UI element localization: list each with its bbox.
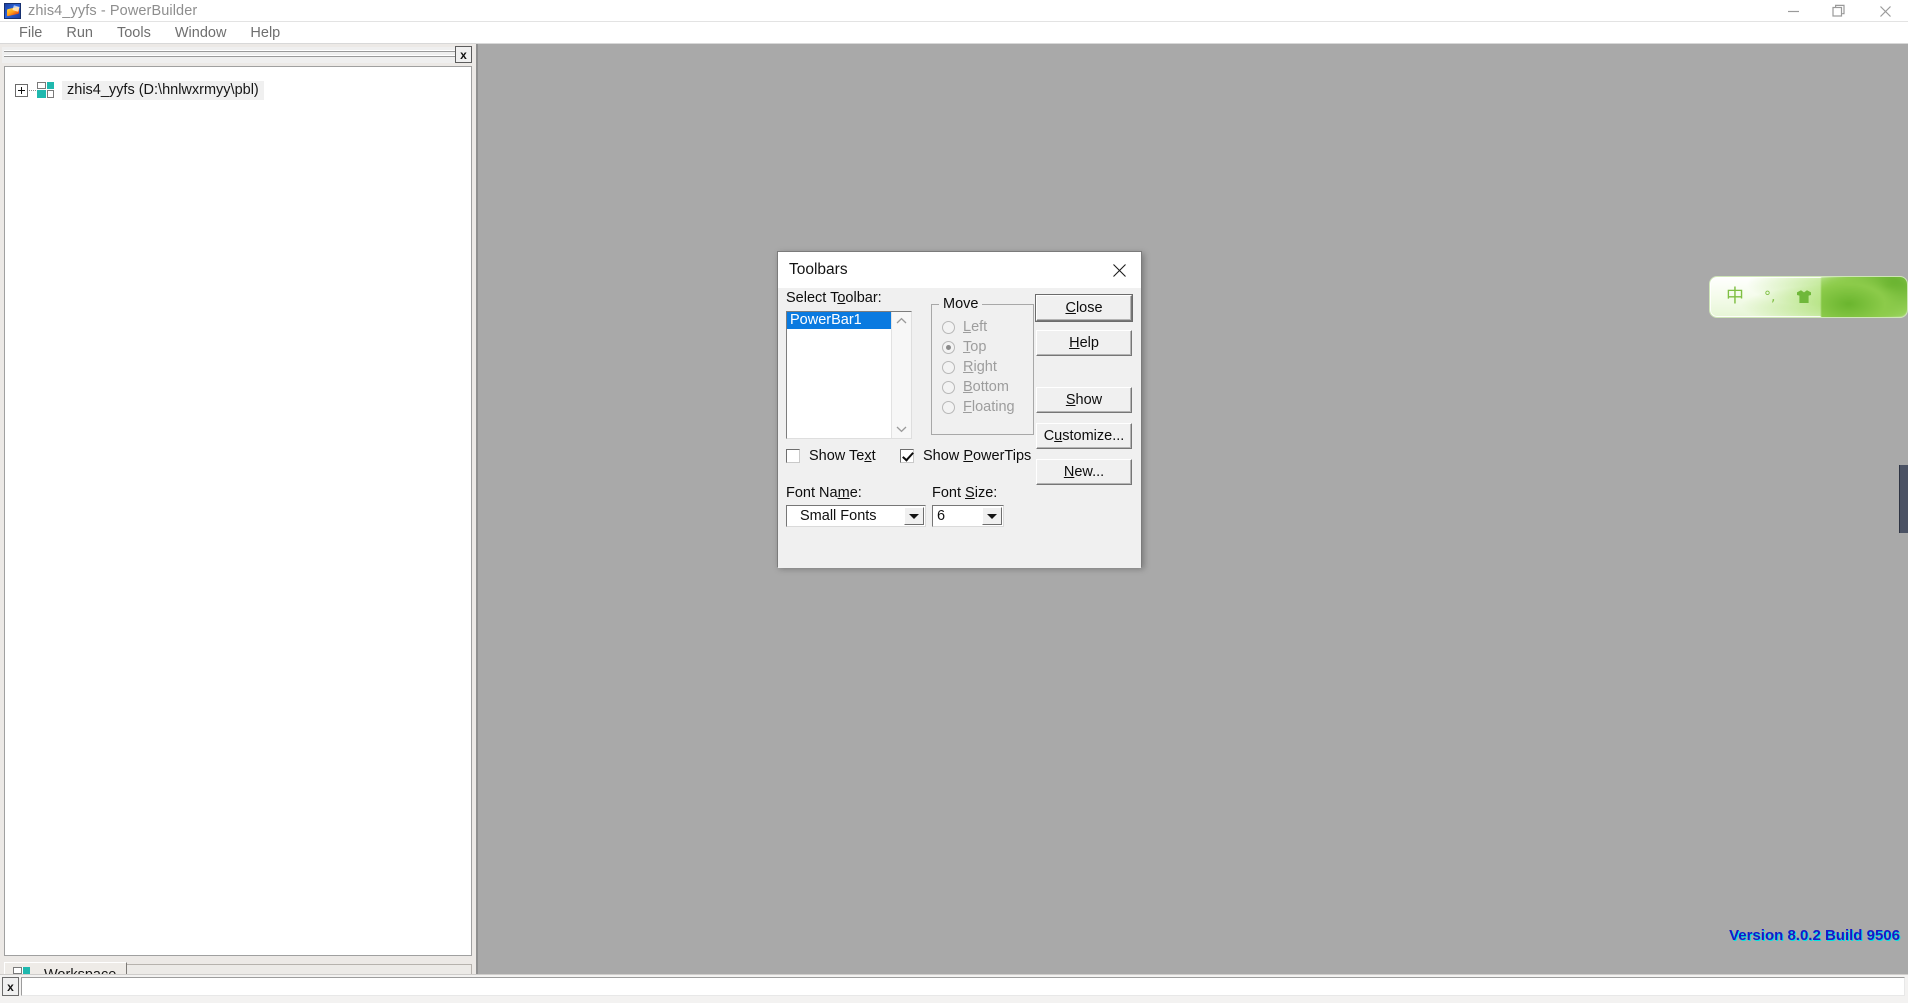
checkbox-indicator[interactable] (786, 449, 800, 463)
menu-window[interactable]: Window (163, 22, 239, 44)
close-button[interactable] (1862, 0, 1908, 22)
font-name-combo[interactable]: Small Fonts (786, 505, 926, 527)
show-button[interactable]: Show (1036, 387, 1132, 413)
ime-language-bar[interactable]: 中 °, (1709, 276, 1908, 318)
grip-lines-icon (4, 50, 455, 60)
workspace-panel: x zhis4_yyfs (D:\hnlwxrmyy\pbl) Workspac… (0, 44, 478, 988)
menubar: File Run Tools Window Help (0, 22, 1908, 44)
menu-help[interactable]: Help (238, 22, 292, 44)
window-controls (1770, 0, 1908, 22)
output-close-button[interactable]: x (2, 977, 19, 996)
panel-drag-handle[interactable] (2, 47, 457, 63)
chevron-down-icon[interactable] (896, 423, 907, 435)
checkbox-show-text[interactable]: Show Text (786, 448, 876, 464)
font-name-label: Font Name: (786, 485, 862, 501)
help-button[interactable]: Help (1036, 330, 1132, 356)
chevron-down-icon[interactable] (982, 507, 1002, 525)
close-button[interactable]: Close (1035, 294, 1133, 322)
radio-indicator[interactable] (942, 340, 955, 354)
radio-move-left-label: Left (963, 319, 988, 335)
ime-punctuation-button[interactable]: °, (1764, 290, 1775, 304)
chevron-up-icon[interactable] (896, 315, 907, 327)
menu-tools[interactable]: Tools (105, 22, 163, 44)
radio-move-right-label: Right (963, 359, 997, 375)
menu-file[interactable]: File (7, 22, 54, 44)
checkbox-show-powertips-label: Show PowerTips (923, 448, 1032, 464)
shirt-icon[interactable] (1795, 289, 1813, 305)
font-size-label: Font Size: (932, 485, 998, 501)
tree-connector (29, 89, 36, 91)
right-edge-scrollbar[interactable] (1899, 465, 1908, 533)
radio-indicator[interactable] (942, 320, 955, 334)
listbox-scrollbar[interactable] (891, 312, 911, 438)
radio-indicator[interactable] (942, 360, 955, 374)
dialog-body: Select Toolbar: PowerBar1 Move Left Top … (778, 288, 1141, 568)
window-title: zhis4_yyfs - PowerBuilder (28, 3, 198, 19)
font-size-combo[interactable]: 6 (932, 505, 1004, 527)
dialog-titlebar: Toolbars (778, 252, 1141, 288)
radio-move-bottom-label: Bottom (963, 379, 1009, 395)
radio-move-floating[interactable]: Floating (942, 399, 1015, 415)
radio-indicator[interactable] (942, 400, 955, 414)
move-groupbox: Move Left Top Right Bottom Floating (931, 296, 1034, 435)
powerbuilder-window: zhis4_yyfs - PowerBuilder File Run Tools… (0, 0, 1908, 1003)
leaf-decoration-icon (1821, 277, 1907, 317)
radio-move-left[interactable]: Left (942, 319, 987, 335)
radio-move-top-label: Top (963, 339, 987, 355)
checkbox-indicator[interactable] (900, 449, 914, 463)
new-button[interactable]: New... (1036, 459, 1132, 485)
version-label: Version 8.0.2 Build 9506 (1729, 927, 1900, 944)
workspace-tree[interactable]: zhis4_yyfs (D:\hnlwxrmyy\pbl) (4, 66, 472, 956)
customize-button[interactable]: Cu stomize... (1036, 423, 1132, 449)
radio-move-top[interactable]: Top (942, 339, 986, 355)
radio-move-floating-label: Floating (963, 399, 1015, 415)
move-group-title: Move (939, 296, 983, 312)
radio-move-bottom[interactable]: Bottom (942, 379, 1009, 395)
checkbox-show-text-label: Show Text (809, 448, 876, 464)
powerbuilder-icon (4, 3, 21, 19)
tree-item-workspace[interactable]: zhis4_yyfs (D:\hnlwxrmyy\pbl) (5, 80, 471, 100)
chevron-down-icon[interactable] (904, 507, 924, 525)
minimize-button[interactable] (1770, 0, 1816, 22)
ime-mode-button[interactable]: 中 (1726, 288, 1744, 306)
toolbar-listbox[interactable]: PowerBar1 (786, 311, 912, 439)
dialog-close-button[interactable] (1097, 252, 1141, 288)
tree-item-label: zhis4_yyfs (D:\hnlwxrmyy\pbl) (62, 80, 264, 100)
select-toolbar-label: Select Toolbar: (786, 290, 882, 306)
expand-plus-icon[interactable] (15, 83, 28, 97)
font-name-value: Small Fonts (800, 508, 877, 524)
panel-close-button[interactable]: x (455, 46, 472, 63)
window-titlebar: zhis4_yyfs - PowerBuilder (0, 0, 1908, 22)
menu-run[interactable]: Run (54, 22, 105, 44)
workspace-icon (37, 82, 54, 98)
font-size-value: 6 (937, 508, 946, 524)
checkbox-show-powertips[interactable]: Show PowerTips (900, 448, 1031, 464)
dialog-title: Toolbars (789, 261, 848, 278)
toolbars-dialog: Toolbars Select Toolbar: PowerBar1 Move … (777, 251, 1142, 568)
radio-move-right[interactable]: Right (942, 359, 997, 375)
radio-indicator[interactable] (942, 380, 955, 394)
restore-button[interactable] (1816, 0, 1862, 22)
output-bar: x (0, 974, 1908, 1003)
output-field[interactable] (21, 977, 1905, 996)
